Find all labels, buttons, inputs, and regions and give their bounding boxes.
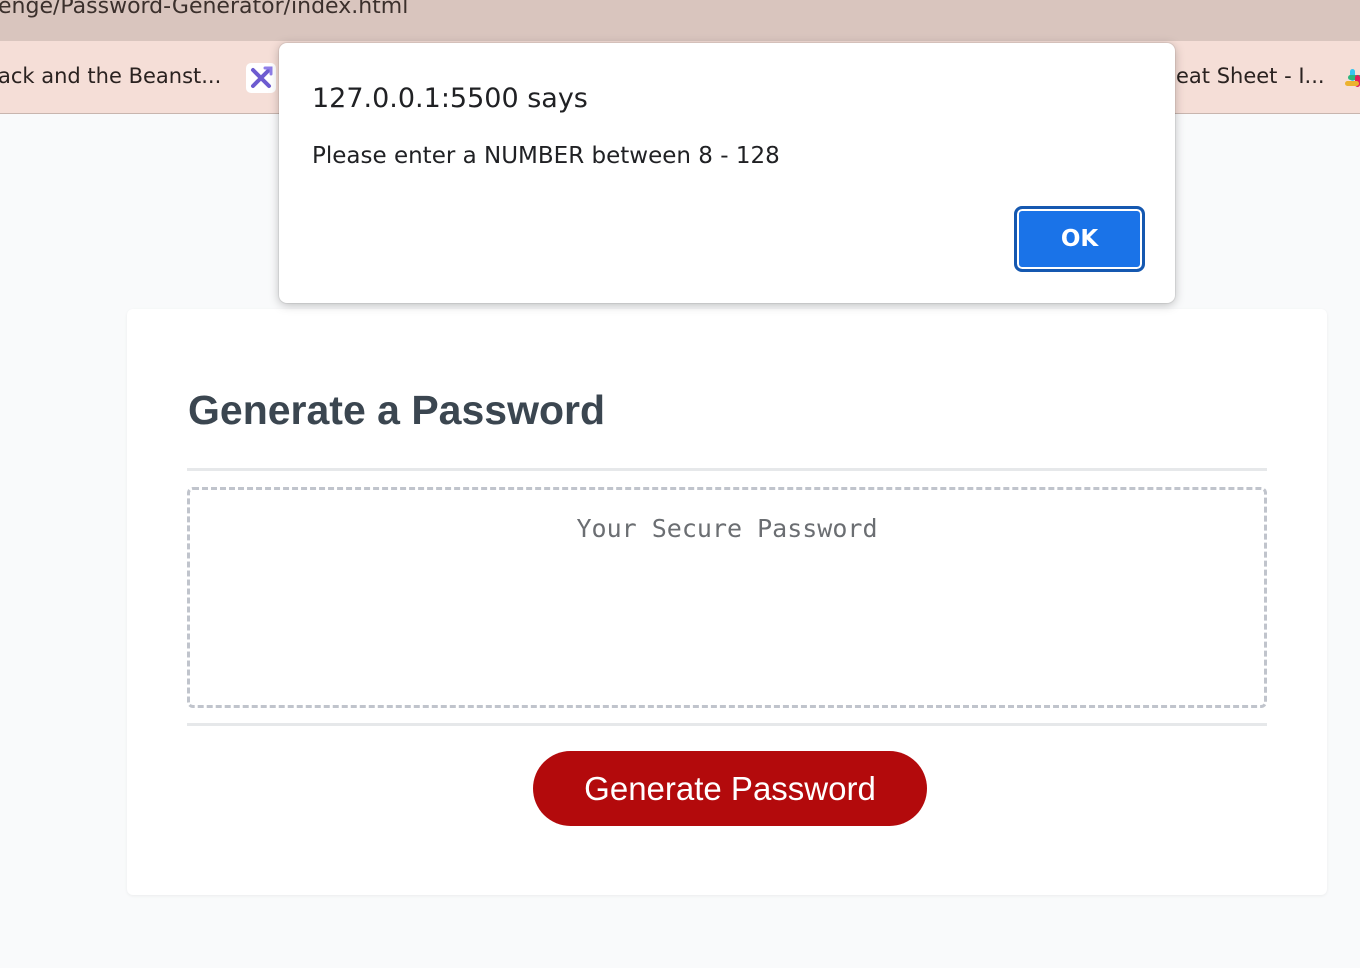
- address-bar[interactable]: enge/Password-Generator/index.html: [0, 0, 1360, 41]
- divider-bottom: [187, 723, 1267, 726]
- generate-password-button[interactable]: Generate Password: [533, 751, 927, 826]
- dialog-message: Please enter a NUMBER between 8 - 128: [312, 143, 780, 169]
- bookmark-item-beanstalk[interactable]: ack and the Beanst...: [0, 64, 221, 88]
- alert-dialog: 127.0.0.1:5500 says Please enter a NUMBE…: [279, 43, 1175, 303]
- url-text[interactable]: enge/Password-Generator/index.html: [0, 0, 408, 19]
- dialog-origin: 127.0.0.1:5500 says: [312, 83, 588, 114]
- password-output[interactable]: [187, 487, 1267, 708]
- password-card: Generate a Password Generate Password: [127, 309, 1327, 895]
- ok-button[interactable]: OK: [1014, 206, 1145, 272]
- bookmark-tool-icon[interactable]: [246, 63, 276, 93]
- page-title: Generate a Password: [188, 387, 606, 433]
- bookmark-item-cheat-sheet[interactable]: eat Sheet - I...: [1176, 64, 1325, 88]
- slack-icon[interactable]: [1344, 63, 1360, 93]
- divider-top: [187, 468, 1267, 471]
